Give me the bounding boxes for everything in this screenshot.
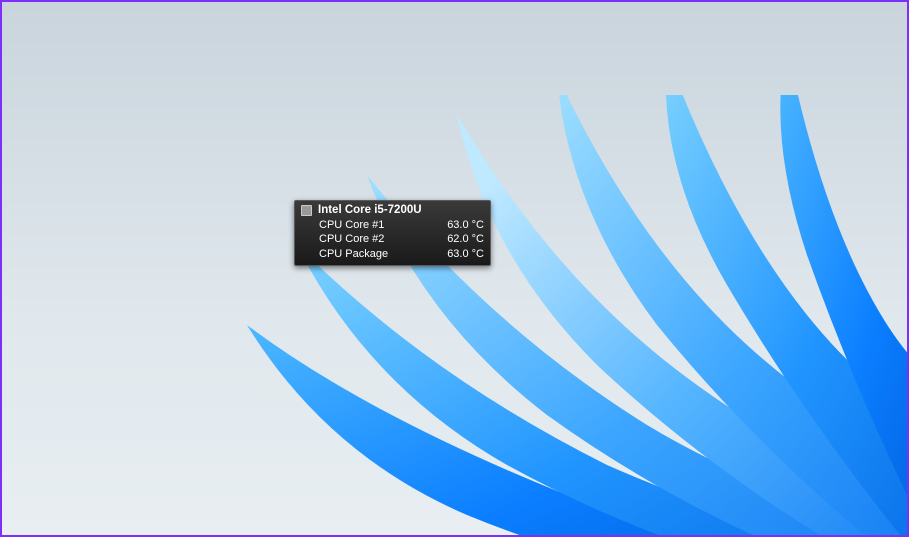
sensor-label: CPU Core #1 [319,218,384,232]
sensor-label: CPU Core #2 [319,232,384,246]
cpu-temperature-gadget[interactable]: Intel Core i5-7200U CPU Core #1 63.0 °C … [294,200,491,266]
cpu-icon [301,205,312,216]
sensor-row: CPU Core #2 62.0 °C [301,232,484,246]
sensor-label: CPU Package [319,247,388,261]
wallpaper-bloom [187,95,907,535]
desktop-wallpaper: Intel Core i5-7200U CPU Core #1 63.0 °C … [2,2,907,535]
sensor-row: CPU Core #1 63.0 °C [301,218,484,232]
sensor-value: 63.0 °C [447,247,484,261]
sensor-value: 63.0 °C [447,218,484,232]
sensor-value: 62.0 °C [447,232,484,246]
gadget-title: Intel Core i5-7200U [318,204,422,216]
sensor-row: CPU Package 63.0 °C [301,247,484,261]
gadget-header: Intel Core i5-7200U [301,204,484,216]
